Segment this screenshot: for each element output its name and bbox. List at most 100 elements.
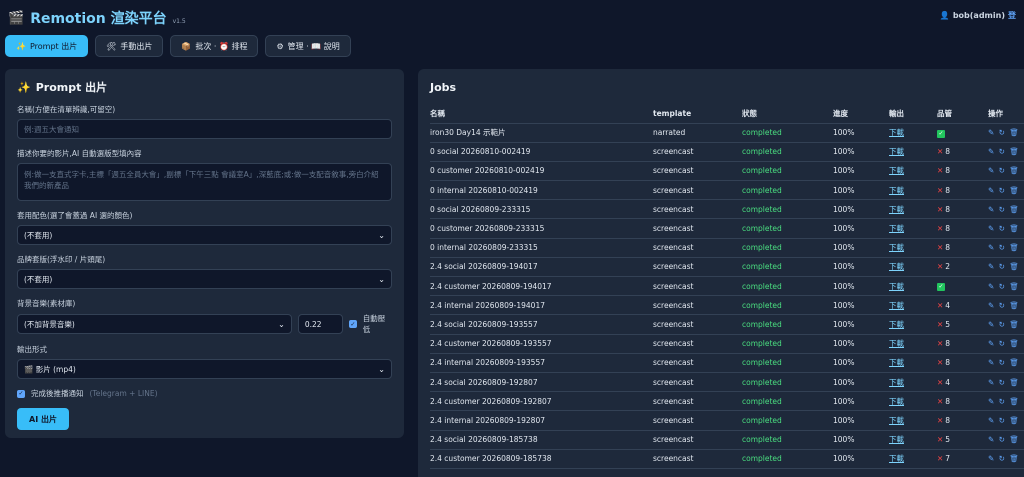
qc-score: 4 (945, 377, 951, 387)
download-link[interactable]: 下載 (889, 205, 904, 214)
download-link[interactable]: 下載 (889, 397, 904, 406)
tab-admin-help[interactable]: ⚙ 管理 · 📖 說明 (265, 35, 351, 57)
prompt-textarea[interactable]: 例:做一支直式字卡,主標「週五全員大會」,副標「下午三點 會議室A」,深藍底;或… (17, 163, 392, 201)
qc-cell: ✕ 8 (937, 161, 988, 182)
music-label: 背景音樂(素材庫) (17, 299, 76, 308)
row-actions[interactable]: ✎ ↻ 🗑 (988, 334, 1024, 354)
job-name: 0 social 20260809-233315 (430, 199, 653, 220)
qc-score: 8 (945, 243, 951, 253)
tab-batch-schedule[interactable]: 📦 批次 · ⏰ 排程 (170, 35, 259, 57)
name-input[interactable]: 例:週五大會通知 (17, 119, 392, 139)
download-link[interactable]: 下載 (889, 147, 904, 156)
job-name: 0 customer 20260809-233315 (430, 218, 653, 239)
row-actions[interactable]: ✎ ↻ 🗑 (988, 410, 1024, 431)
job-status: completed (742, 142, 833, 162)
download-link[interactable]: 下載 (889, 339, 904, 348)
job-progress: 100% (833, 314, 889, 335)
table-row: 2.4 social 20260809-185738 screencast comp… (430, 430, 1024, 450)
download-link[interactable]: 下載 (889, 186, 904, 195)
job-progress: 100% (833, 410, 889, 431)
row-actions[interactable]: ✎ ↻ 🗑 (988, 218, 1024, 239)
row-actions[interactable]: ✎ ↻ 🗑 (988, 449, 1024, 469)
brand-select[interactable]: (不套用) ⌄ (17, 269, 392, 289)
row-actions[interactable]: ✎ ↻ 🗑 (988, 238, 1024, 258)
row-actions[interactable]: ✎ ↻ 🗑 (988, 199, 1024, 220)
download-link[interactable]: 下載 (889, 301, 904, 310)
table-row: 2.4 customer 20260809-193557 screencast co… (430, 334, 1024, 354)
tab-manual[interactable]: 🛠 手動出片 (95, 35, 164, 57)
volume-input[interactable]: 0.22 (297, 314, 343, 334)
job-template: screencast (653, 410, 742, 431)
ai-generate-button[interactable]: AI 出片 (17, 408, 69, 430)
job-template: screencast (653, 430, 742, 450)
qc-cell: ✕ 8 (937, 410, 988, 431)
job-template: screencast (653, 334, 742, 354)
table-row: 2.4 customer 20260809-194017 screencast co… (430, 276, 1024, 297)
palette-select[interactable]: (不套用) ⌄ (17, 225, 392, 245)
row-actions[interactable]: ✎ ↻ 🗑 (988, 123, 1024, 143)
notify-checkbox[interactable]: ✓ (17, 389, 25, 398)
column-header: 狀態 (742, 105, 833, 124)
download-link[interactable]: 下載 (889, 358, 904, 367)
table-row: 2.4 social 20260809-193557 screencast comp… (430, 314, 1024, 335)
ducking-checkbox[interactable]: ✓ (349, 320, 357, 328)
row-actions[interactable]: ✎ ↻ 🗑 (988, 257, 1024, 278)
qc-cell: ✕ 4 (937, 372, 988, 393)
download-link[interactable]: 下載 (889, 320, 904, 329)
table-row: 0 social 20260810-002419 screencast comple… (430, 142, 1024, 162)
sparkles-icon: ✨ (16, 41, 26, 51)
user-menu[interactable]: 👤 bob(admin) 登 (940, 10, 1016, 21)
job-status: completed (742, 238, 833, 258)
job-template: screencast (653, 353, 742, 373)
job-name: iron30 Day14 示範片 (430, 123, 653, 143)
download-link[interactable]: 下載 (889, 262, 904, 271)
download-link[interactable]: 下載 (889, 282, 904, 291)
row-actions[interactable]: ✎ ↻ 🗑 (988, 276, 1024, 297)
job-name: 2.4 customer 20260809-193557 (430, 334, 653, 354)
music-select[interactable]: (不加背景音樂) ⌄ (17, 314, 292, 334)
row-actions[interactable]: ✎ ↻ 🗑 (988, 142, 1024, 162)
job-progress: 100% (833, 295, 889, 316)
job-name: 0 internal 20260809-233315 (430, 238, 653, 258)
download-link[interactable]: 下載 (889, 243, 904, 252)
table-row: 2.4 social 20260809-192807 screencast comp… (430, 372, 1024, 393)
row-actions[interactable]: ✎ ↻ 🗑 (988, 180, 1024, 201)
row-actions[interactable]: ✎ ↻ 🗑 (988, 391, 1024, 412)
download-link[interactable]: 下載 (889, 166, 904, 175)
column-header: 進度 (833, 105, 889, 124)
job-template: screencast (653, 161, 742, 182)
tab-prompt[interactable]: ✨ Prompt 出片 (5, 35, 89, 57)
job-status: completed (742, 218, 833, 239)
row-actions[interactable]: ✎ ↻ 🗑 (988, 314, 1024, 335)
table-row: iron30 Day14 示範片 narrated completed 100% 下載 ✓… (430, 123, 1024, 143)
sparkles-icon: ✨ (17, 80, 31, 94)
job-name: 2.4 social 20260809-192807 (430, 372, 653, 393)
row-actions[interactable]: ✎ ↻ 🗑 (988, 372, 1024, 393)
job-template: screencast (653, 257, 742, 278)
download-link[interactable]: 下載 (889, 128, 904, 137)
column-header: 操作 (988, 105, 1024, 124)
qc-cell: ✕ 7 (937, 449, 988, 469)
format-select[interactable]: 🎬 影片 (mp4) ⌄ (17, 359, 392, 379)
download-link[interactable]: 下載 (889, 224, 904, 233)
chevron-down-icon: ⌄ (378, 364, 385, 374)
check-icon: ✓ (937, 283, 945, 292)
row-actions[interactable]: ✎ ↻ 🗑 (988, 353, 1024, 373)
download-link[interactable]: 下載 (889, 435, 904, 444)
job-progress: 100% (833, 257, 889, 278)
row-actions[interactable]: ✎ ↻ 🗑 (988, 161, 1024, 182)
x-icon: ✕ (937, 166, 944, 176)
job-status: completed (742, 123, 833, 143)
job-name: 2.4 internal 20260809-194017 (430, 295, 653, 316)
name-label: 名稱(方便在清單辨識,可留空) (17, 105, 116, 114)
row-actions[interactable]: ✎ ↻ 🗑 (988, 430, 1024, 450)
logout-link[interactable]: 登 (1008, 10, 1016, 21)
download-link[interactable]: 下載 (889, 416, 904, 425)
job-template: screencast (653, 449, 742, 469)
job-template: screencast (653, 142, 742, 162)
job-template: screencast (653, 199, 742, 220)
download-link[interactable]: 下載 (889, 378, 904, 387)
qc-score: 4 (945, 300, 951, 310)
row-actions[interactable]: ✎ ↻ 🗑 (988, 295, 1024, 316)
download-link[interactable]: 下載 (889, 454, 904, 463)
